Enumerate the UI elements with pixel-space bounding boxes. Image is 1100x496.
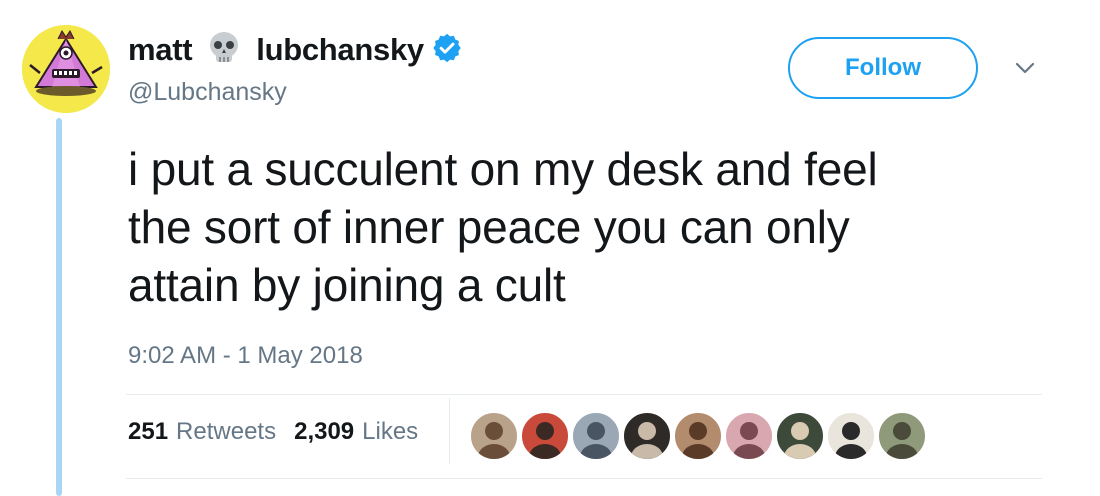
verified-badge-icon <box>432 33 462 68</box>
person-silhouette-icon <box>631 422 663 459</box>
chevron-down-icon[interactable] <box>1010 57 1040 79</box>
liker-avatar-6[interactable] <box>725 412 773 460</box>
stats-separator <box>449 398 450 464</box>
liker-avatar-3[interactable] <box>572 412 620 460</box>
author-handle[interactable]: @Lubchansky <box>128 78 287 107</box>
thread-connector-line <box>56 118 62 496</box>
pyramid-creature-icon <box>22 25 110 113</box>
tweet-text-line: i put a succulent on my desk and feel <box>128 143 878 195</box>
divider-top <box>126 394 1042 395</box>
liker-avatar-1[interactable] <box>470 412 518 460</box>
tweet-text-line: attain by joining a cult <box>128 259 566 311</box>
tweet-timestamp[interactable]: 9:02 AM - 1 May 2018 <box>128 342 363 370</box>
person-silhouette-icon <box>682 422 714 459</box>
person-silhouette-icon <box>478 422 510 459</box>
liker-avatar-7[interactable] <box>776 412 824 460</box>
liker-avatar-2[interactable] <box>521 412 569 460</box>
display-name-first[interactable]: matt <box>128 32 193 68</box>
tweet-text: i put a succulent on my desk and feel th… <box>128 140 1028 314</box>
likes-label[interactable]: Likes <box>362 418 418 446</box>
retweets-label[interactable]: Retweets <box>176 418 276 446</box>
person-silhouette-icon <box>835 422 867 459</box>
retweets-count[interactable]: 251 <box>128 418 168 446</box>
skull-icon <box>206 30 242 71</box>
liker-avatar-5[interactable] <box>674 412 722 460</box>
display-name-last[interactable]: lubchansky <box>256 32 424 68</box>
divider-bottom <box>126 478 1042 479</box>
person-silhouette-icon <box>733 422 765 459</box>
person-silhouette-icon <box>529 422 561 459</box>
person-silhouette-icon <box>886 422 918 459</box>
tweet-text-line: the sort of inner peace you can only <box>128 201 850 253</box>
liker-avatar-4[interactable] <box>623 412 671 460</box>
liker-avatar-9[interactable] <box>878 412 926 460</box>
person-silhouette-icon <box>784 422 816 459</box>
person-silhouette-icon <box>580 422 612 459</box>
tweet-stats: 251 Retweets 2,309 Likes <box>128 418 418 446</box>
likes-count[interactable]: 2,309 <box>294 418 354 446</box>
follow-button[interactable]: Follow <box>788 37 978 99</box>
liker-avatar-8[interactable] <box>827 412 875 460</box>
author-name-row[interactable]: matt lubchansky <box>128 30 462 70</box>
author-avatar[interactable] <box>22 25 110 113</box>
